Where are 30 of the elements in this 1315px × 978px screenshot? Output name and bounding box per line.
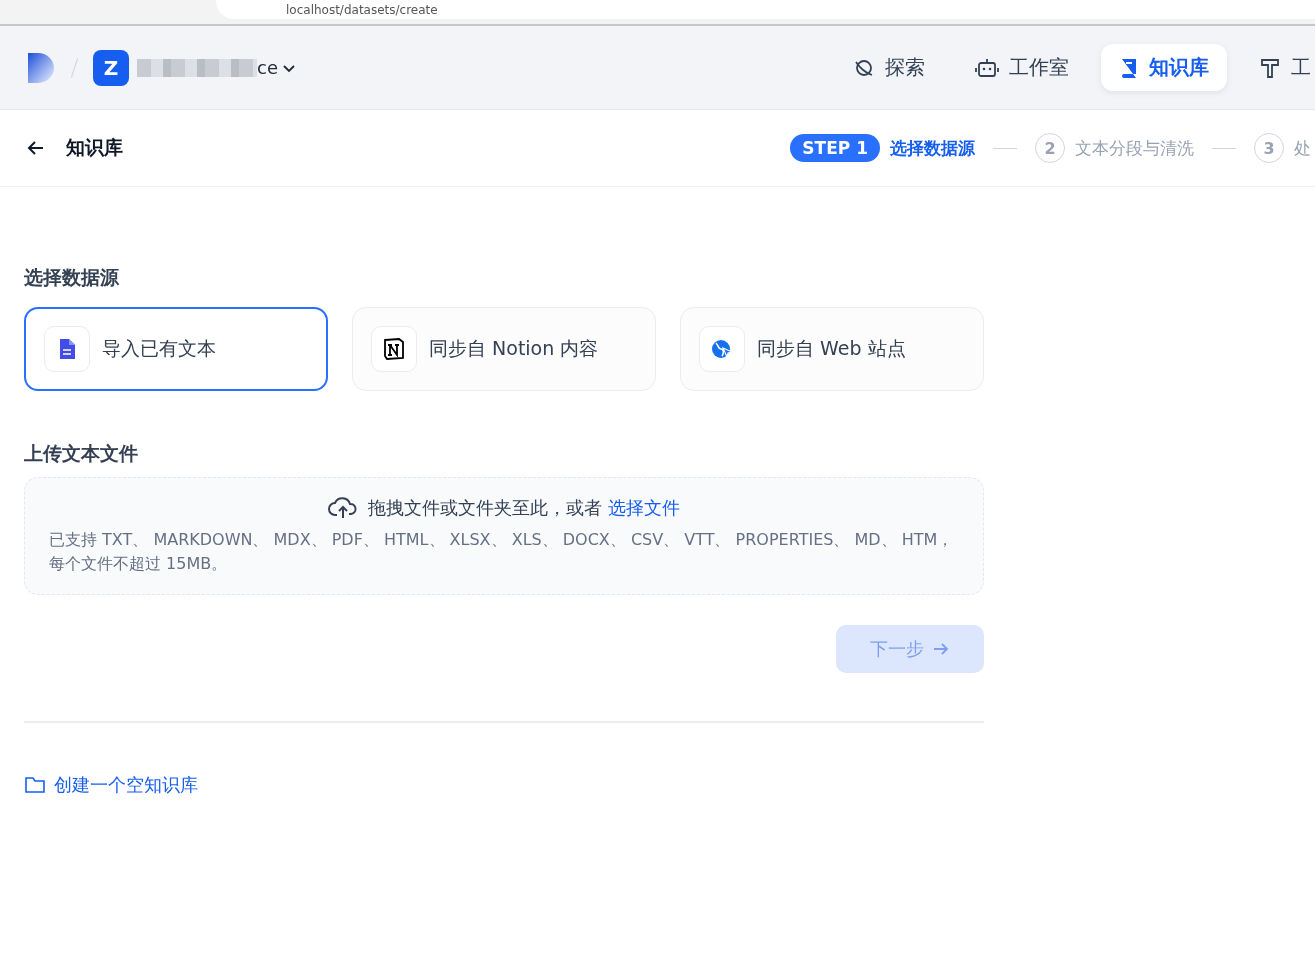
workspace-avatar[interactable]: Z	[93, 49, 129, 86]
robot-icon	[975, 56, 999, 79]
create-empty-link[interactable]: 创建一个空知识库	[24, 773, 198, 797]
source-option-card[interactable]: 同步自 Web 站点	[680, 307, 984, 391]
workspace-name[interactable]: ce	[257, 57, 278, 78]
file-drop-zone[interactable]: 拖拽文件或文件夹至此，或者 选择文件 已支持 TXT、 MARKDOWN、 MDX、 PDF、 HTML、 XLSX、 XLS、 DOCX、 CSV、 VTT、 PROPERTIES、 MD、 HTM，每个文件不超过 15MB。	[24, 477, 984, 595]
url-text: localhost/datasets/create	[286, 2, 438, 17]
cloud-upload-icon	[328, 496, 358, 520]
document-icon	[58, 338, 76, 360]
step-label: 文本分段与清洗	[1075, 136, 1194, 160]
folder-icon	[24, 776, 46, 794]
address-bar[interactable]: localhost/datasets/create	[216, 0, 1315, 19]
supported-formats-text: 已支持 TXT、 MARKDOWN、 MDX、 PDF、 HTML、 XLSX、 XLS、 DOCX、 CSV、 VTT、 PROPERTIES、 MD、 HTM，每个文件不超过 15MB。	[49, 529, 955, 575]
section-title: 选择数据源	[24, 265, 120, 290]
step-label: 处	[1294, 136, 1311, 160]
notion-logo-icon	[382, 337, 406, 361]
app-logo-icon[interactable]	[26, 51, 56, 84]
section-title: 上传文本文件	[24, 441, 139, 466]
source-option-card[interactable]: 同步自 Notion 内容	[352, 307, 656, 391]
step-label: 选择数据源	[890, 136, 975, 160]
nav-tab[interactable]: 探索	[835, 44, 943, 91]
choose-file-link[interactable]: 选择文件	[608, 496, 680, 520]
source-option-card[interactable]: 导入已有文本	[24, 307, 328, 391]
nav-tab[interactable]: 知识库	[1101, 44, 1227, 91]
step-badge: STEP 1	[790, 134, 880, 162]
page-title: 知识库	[66, 135, 123, 160]
drop-prompt: 拖拽文件或文件夹至此，或者	[368, 496, 602, 520]
nav-tab[interactable]: 工作室	[957, 44, 1087, 91]
nav-tab[interactable]: 工	[1241, 44, 1315, 91]
globe-cursor-icon	[710, 337, 734, 361]
